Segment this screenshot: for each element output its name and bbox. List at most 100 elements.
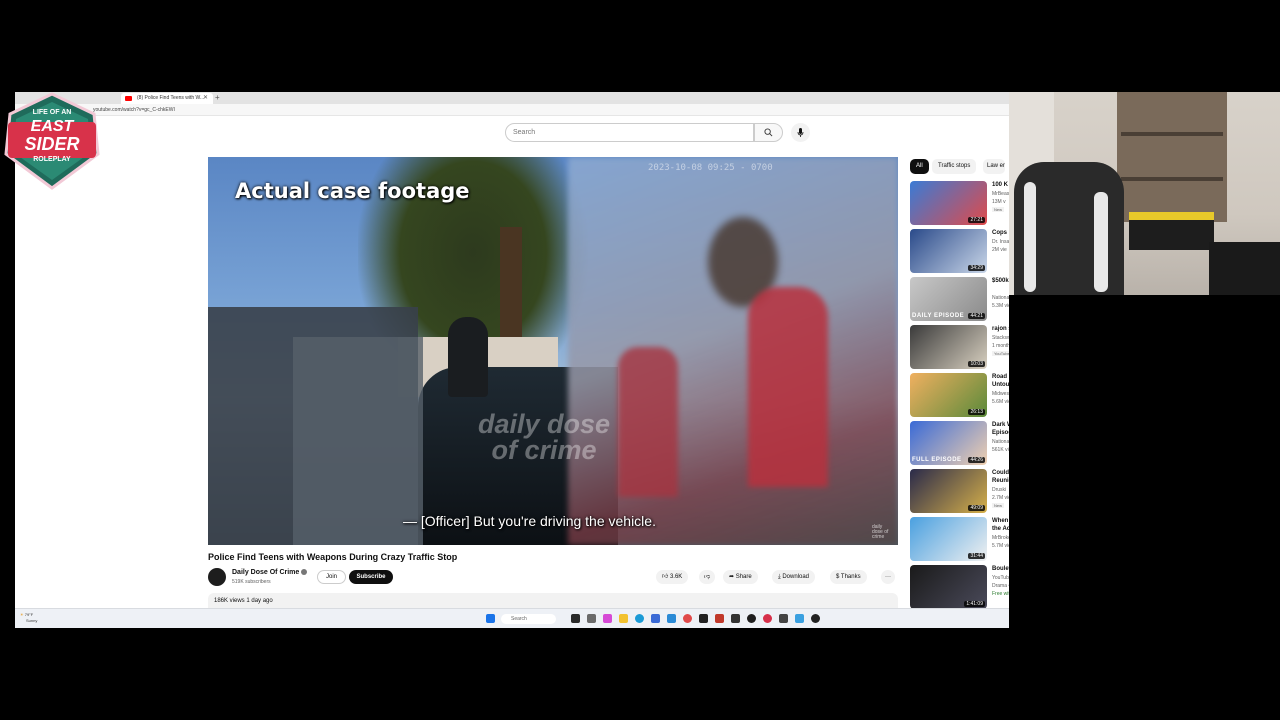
new-tab-icon[interactable]: +	[215, 92, 220, 104]
rec-channel[interactable]: MrBeast	[992, 191, 1009, 197]
rec-channel[interactable]: Druski	[992, 487, 1006, 493]
rec-channel[interactable]: Midwest Safety	[992, 391, 1009, 397]
video-overlay-title: Actual case footage	[235, 179, 470, 203]
rec-title[interactable]: $500k Uncovered in San Diego ...	[992, 277, 1009, 285]
address-bar[interactable]: youtube.com/watch?v=gc_C-chkEWI	[15, 104, 1009, 116]
rec-channel[interactable]: Dr. Insa	[992, 239, 1009, 245]
app-icon-2[interactable]	[603, 614, 612, 623]
edge-icon[interactable]	[635, 614, 644, 623]
app-icon-11[interactable]	[795, 614, 804, 623]
rec-stats: 5.6M views • 8 months ago	[992, 399, 1009, 405]
recommendation-item[interactable]: 31:44 When Cops Surprise Criminals in the…	[910, 517, 1009, 561]
rec-channel[interactable]: National Geographic	[992, 295, 1009, 301]
join-button[interactable]: Join	[317, 570, 346, 584]
rec-thumbnail[interactable]: 1:41:09	[910, 565, 987, 609]
rec-stats: 13M v	[992, 199, 1006, 205]
windows-start-icon[interactable]	[486, 614, 495, 623]
rec-thumbnail[interactable]: 10:03	[910, 325, 987, 369]
screen: (8) Police Find Teens with W... ✕ + yout…	[0, 0, 1280, 720]
browser-window: (8) Police Find Teens with W... ✕ + yout…	[15, 92, 1009, 628]
subscribe-button[interactable]: Subscribe	[349, 570, 393, 584]
app-icon-3[interactable]	[651, 614, 660, 623]
tab-youtube[interactable]: (8) Police Find Teens with W...	[121, 93, 213, 104]
rec-channel[interactable]: Stacksworo	[992, 335, 1009, 341]
app-icon-12[interactable]	[811, 614, 820, 623]
app-icon-1[interactable]	[571, 614, 580, 623]
rec-title[interactable]: Boulevard Nights	[992, 565, 1009, 573]
app-icon-6[interactable]	[715, 614, 724, 623]
rec-stats: 1 month ago	[992, 343, 1009, 349]
channel-avatar[interactable]	[208, 568, 226, 586]
close-tab-icon[interactable]: ✕	[203, 93, 208, 104]
download-button[interactable]: ⤓ Download	[772, 570, 816, 584]
video-corner-logo: daily dose of crime	[872, 524, 889, 540]
like-count: 3.6K	[669, 574, 683, 580]
chip-law-enforcement[interactable]: Law en	[983, 159, 1005, 174]
recommendation-item[interactable]: 27:21100 K Man!MrBeast13M vNew⋮	[910, 181, 1009, 225]
chip-all[interactable]: All	[910, 159, 929, 174]
rec-channel[interactable]: YouTube Movies & TV	[992, 575, 1009, 581]
rec-thumbnail[interactable]: FULL EPISODE 44:26	[910, 421, 987, 465]
video-player[interactable]: 2023-10-08 09:25 - 0700 Actual case foot…	[208, 157, 898, 545]
blurred-person-red	[748, 287, 828, 487]
search-button[interactable]	[754, 123, 783, 142]
dislike-button[interactable]: 👎︎	[699, 570, 716, 584]
rec-thumbnail[interactable]: 49:09	[910, 469, 987, 513]
thanks-button[interactable]: $ Thanks	[830, 570, 867, 584]
rec-title[interactable]: Dark Web & Liquid Drugs (Full Episode) |…	[992, 421, 1009, 437]
rec-title[interactable]: 100 K Man!	[992, 181, 1009, 189]
channel-name[interactable]: Daily Dose Of Crime	[232, 569, 308, 576]
rec-thumbnail[interactable]: 27:21	[910, 181, 987, 225]
chip-traffic-stops[interactable]: Traffic stops	[932, 159, 977, 174]
rec-thumbnail[interactable]: 34:29	[910, 229, 987, 273]
app-icon-4[interactable]	[667, 614, 676, 623]
file-explorer-icon[interactable]	[619, 614, 628, 623]
recommendation-item[interactable]: FULL EPISODE 44:26 Dark Web & Liquid Drugs…	[910, 421, 1009, 465]
thanks-label: Thanks	[840, 574, 861, 580]
webcam-shelf-board-2	[1121, 177, 1223, 181]
rec-title[interactable]: Road Raging Couple Think They're Untouch…	[992, 373, 1009, 389]
app-icon-10[interactable]	[779, 614, 788, 623]
app-icon-8[interactable]	[747, 614, 756, 623]
rec-duration: 31:44	[968, 553, 985, 559]
task-view-icon[interactable]	[587, 614, 596, 623]
more-actions-button[interactable]: ···	[881, 570, 895, 584]
app-icon-9[interactable]	[763, 614, 772, 623]
taskbar-search[interactable]: Search	[501, 614, 556, 624]
app-icon-5[interactable]	[699, 614, 708, 623]
rec-channel[interactable]: MrBroken	[992, 535, 1009, 541]
stream-logo: LIFE OF AN EAST SIDER ROLEPLAY	[2, 92, 102, 192]
rec-title[interactable]: Coulda Been House Season 2 Reunion	[992, 469, 1009, 485]
video-watermark: daily dose of crime	[478, 411, 610, 465]
search-input[interactable]: Search	[505, 123, 754, 142]
rec-title[interactable]: Cops Killer's	[992, 229, 1009, 237]
weather-desc: Sunny	[26, 618, 38, 623]
thumbs-down-icon: 👎︎	[704, 574, 711, 580]
app-icon-7[interactable]	[731, 614, 740, 623]
recommendation-item[interactable]: 49:09 Coulda Been House Season 2 Reunion D…	[910, 469, 1009, 513]
recommendation-item[interactable]: DAILY EPISODE44:21 $500k Uncovered in San…	[910, 277, 1009, 321]
recommendation-item[interactable]: 34:29Cops Killer'sDr. Insa2M vie⋮	[910, 229, 1009, 273]
voice-search-button[interactable]	[791, 123, 810, 142]
like-button[interactable]: 👍︎ 3.6K	[656, 570, 689, 584]
weather-widget[interactable]: ☀ 79°F Sunny	[20, 612, 37, 624]
weather-icon: ☀	[20, 612, 24, 617]
rec-stats: 5.3M views • 1 year ago	[992, 303, 1009, 309]
rec-thumbnail[interactable]: DAILY EPISODE 44:21	[910, 277, 987, 321]
officer-figure	[448, 317, 488, 397]
recommendation-item[interactable]: 26:13 Road Raging Couple Think They're Un…	[910, 373, 1009, 417]
logo-line-3: SIDER	[24, 134, 80, 154]
rec-title[interactable]: When Cops Surprise Criminals in the Act	[992, 517, 1009, 533]
rec-badge: DAILY EPISODE	[912, 313, 965, 319]
gaming-chair-stripe	[1024, 182, 1036, 292]
share-button[interactable]: ➦ Share	[723, 570, 758, 584]
chrome-icon[interactable]	[683, 614, 692, 623]
rec-title[interactable]: rajon stoolie	[992, 325, 1009, 333]
recommendation-item[interactable]: 1:41:09 Boulevard Nights YouTube Movies & …	[910, 565, 1009, 609]
watermark-line-2: of crime	[491, 435, 597, 465]
rec-thumbnail[interactable]: 31:44	[910, 517, 987, 561]
recommendation-item[interactable]: 10:03 rajon stoolie Stacksworo 1 month ago Y…	[910, 325, 1009, 369]
blurred-person-red-2	[618, 347, 678, 497]
rec-channel[interactable]: National Geographic	[992, 439, 1009, 445]
rec-thumbnail[interactable]: 26:13	[910, 373, 987, 417]
